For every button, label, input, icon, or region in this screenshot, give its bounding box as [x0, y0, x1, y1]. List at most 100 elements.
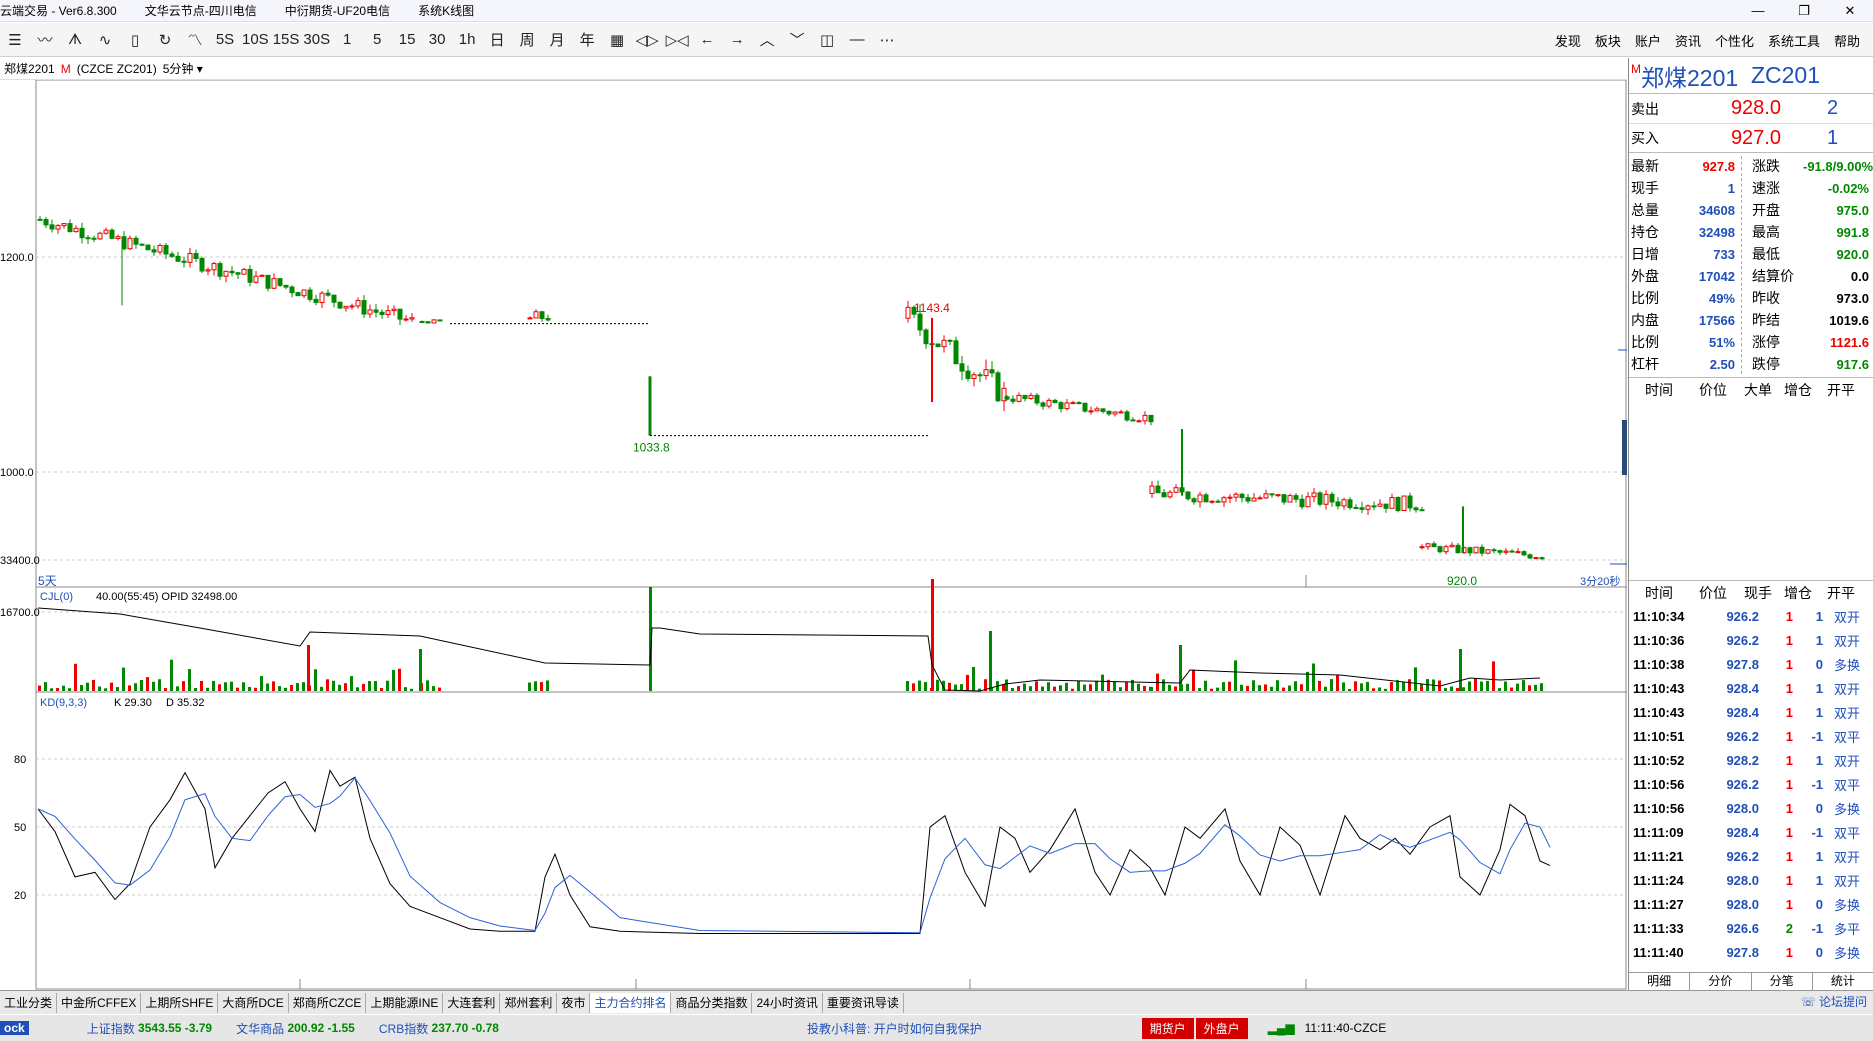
toolbar-button-28[interactable]: —: [842, 23, 872, 57]
tick-row[interactable]: 11:10:56 926.2 1 -1 双平: [1629, 772, 1873, 796]
toolbar-button-9[interactable]: 15S: [271, 23, 302, 57]
period-select[interactable]: 5分钟 ▾: [163, 60, 203, 77]
volume-bar: [1101, 674, 1104, 691]
toolbar-button-4[interactable]: ▯: [120, 23, 150, 57]
tick-row[interactable]: 11:10:43 928.4 1 1 双开: [1629, 700, 1873, 724]
toolbar-button-23[interactable]: ←: [692, 23, 722, 57]
candle-body: [1022, 394, 1028, 400]
candle-body: [1148, 414, 1154, 423]
toolbar-button-20[interactable]: ▦: [602, 23, 632, 57]
market-tab-2[interactable]: 上期所SHFE: [141, 992, 219, 1013]
tick-row[interactable]: 11:10:43 928.4 1 1 双开: [1629, 676, 1873, 700]
close-button[interactable]: ✕: [1827, 0, 1873, 22]
market-tab-5[interactable]: 上期能源INE: [366, 992, 444, 1013]
futures-account-button[interactable]: 期货户: [1141, 1017, 1194, 1039]
toolbar-button-27[interactable]: ◫: [812, 23, 842, 57]
volume-bar: [1119, 687, 1122, 691]
buy-row[interactable]: 买入 927.0 1: [1629, 123, 1873, 152]
tick-list[interactable]: 时间 价位 现手 增仓 开平 11:10:34 926.2 1 1 双开 11:10:36 926.…: [1629, 580, 1873, 964]
volume-bar: [122, 667, 125, 691]
detail-tab-2[interactable]: 分笔: [1752, 973, 1813, 990]
scrollbar-thumb[interactable]: [1622, 420, 1627, 475]
toolbar-button-25[interactable]: ︿: [752, 23, 782, 57]
menu-5[interactable]: 系统工具: [1761, 31, 1827, 50]
toolbar-button-19[interactable]: 年: [572, 23, 602, 57]
toolbar-button-16[interactable]: 日: [482, 23, 512, 57]
sell-row[interactable]: 卖出 928.0 2: [1629, 94, 1873, 123]
volume-bar: [56, 688, 59, 691]
tick-row[interactable]: 11:11:21 926.2 1 1 双开: [1629, 844, 1873, 868]
kd-tick: 20: [14, 890, 26, 902]
menu-0[interactable]: 发现: [1548, 31, 1588, 50]
toolbar-button-24[interactable]: →: [722, 23, 752, 57]
detail-tab-3[interactable]: 统计: [1813, 973, 1873, 990]
market-tab-6[interactable]: 大连套利: [443, 992, 501, 1013]
toolbar-button-3[interactable]: ∿: [90, 23, 120, 57]
tick-row[interactable]: 11:10:34 926.2 1 1 双开: [1629, 604, 1873, 628]
toolbar-button-5[interactable]: ↻: [150, 23, 180, 57]
tip-text[interactable]: 投教小科普: 开户时如何自我保护: [807, 1020, 982, 1037]
restore-button[interactable]: ❐: [1781, 0, 1827, 22]
detail-tab-1[interactable]: 分价: [1690, 973, 1752, 990]
candle-body: [1323, 493, 1329, 505]
candle-body: [247, 268, 253, 283]
detail-tab-0[interactable]: 明细: [1629, 973, 1691, 990]
toolbar-button-2[interactable]: ᗑ: [60, 23, 90, 57]
tick-row[interactable]: 11:10:38 927.8 1 0 多换: [1629, 652, 1873, 676]
tick-row[interactable]: 11:11:40 927.8 1 0 多换: [1629, 940, 1873, 964]
tick-row[interactable]: 11:11:33 926.6 2 -1 多平: [1629, 916, 1873, 940]
market-tab-1[interactable]: 中金所CFFEX: [57, 992, 142, 1013]
minimize-button[interactable]: —: [1735, 0, 1781, 22]
tick-row[interactable]: 11:11:24 928.0 1 1 双开: [1629, 868, 1873, 892]
toolbar-button-7[interactable]: 5S: [210, 23, 240, 57]
market-tab-11[interactable]: 24小时资讯: [752, 992, 823, 1013]
candle-body: [205, 269, 211, 272]
kline-chart[interactable]: 1200.01000.033400.016700.08050202021/10/…: [0, 80, 1627, 990]
menu-3[interactable]: 资讯: [1668, 31, 1708, 50]
toolbar-button-18[interactable]: 月: [542, 23, 572, 57]
candle-body: [271, 278, 277, 289]
toolbar-button-13[interactable]: 15: [392, 23, 422, 57]
volume-bar: [230, 681, 233, 691]
menu-4[interactable]: 个性化: [1708, 31, 1761, 50]
menu-6[interactable]: 帮助: [1827, 31, 1867, 50]
tick-row[interactable]: 11:10:36 926.2 1 1 双开: [1629, 628, 1873, 652]
toolbar-button-6[interactable]: 〽: [180, 23, 210, 57]
tick-row[interactable]: 11:11:27 928.0 1 0 多换: [1629, 892, 1873, 916]
tick-row[interactable]: 11:10:52 928.2 1 1 双开: [1629, 748, 1873, 772]
tick-row[interactable]: 11:11:09 928.4 1 -1 双平: [1629, 820, 1873, 844]
market-tab-9[interactable]: 主力合约排名: [590, 992, 672, 1013]
market-tab-4[interactable]: 郑商所CZCE: [289, 992, 367, 1013]
candle-body: [1305, 496, 1311, 508]
toolbar-button-22[interactable]: ▷◁: [662, 23, 692, 57]
foreign-account-button[interactable]: 外盘户: [1195, 1017, 1248, 1039]
menu-1[interactable]: 板块: [1588, 31, 1628, 50]
market-tab-3[interactable]: 大商所DCE: [218, 992, 289, 1013]
forum-link[interactable]: ☏ 论坛提问: [1801, 993, 1867, 1010]
toolbar-button-26[interactable]: ﹀: [782, 23, 812, 57]
market-tab-12[interactable]: 重要资讯导读: [823, 992, 904, 1013]
market-tab-7[interactable]: 郑州套利: [500, 992, 558, 1013]
candle-body: [419, 321, 425, 323]
market-tab-10[interactable]: 商品分类指数: [671, 992, 753, 1013]
tick-row[interactable]: 11:10:56 928.0 1 0 多换: [1629, 796, 1873, 820]
volume-bar: [380, 688, 383, 691]
toolbar-button-14[interactable]: 30: [422, 23, 452, 57]
toolbar-button-21[interactable]: ◁▷: [632, 23, 662, 57]
toolbar-button-12[interactable]: 5: [362, 23, 392, 57]
toolbar-button-8[interactable]: 10S: [240, 23, 271, 57]
toolbar-button-15[interactable]: 1h: [452, 23, 482, 57]
toolbar-button-17[interactable]: 周: [512, 23, 542, 57]
toolbar-button-1[interactable]: 〰: [30, 23, 60, 57]
toolbar-button-10[interactable]: 30S: [301, 23, 332, 57]
market-tab-0[interactable]: 工业分类: [0, 992, 58, 1013]
volume-bar: [931, 579, 934, 691]
toolbar-button-11[interactable]: 1: [332, 23, 362, 57]
toolbar-button-29[interactable]: ⋯: [872, 23, 902, 57]
menu-2[interactable]: 账户: [1628, 31, 1668, 50]
candle-body: [1064, 402, 1070, 410]
toolbar-button-0[interactable]: ☰: [0, 23, 30, 57]
tick-row[interactable]: 11:10:51 926.2 1 -1 双平: [1629, 724, 1873, 748]
candle-body: [307, 289, 313, 300]
market-tab-8[interactable]: 夜市: [557, 992, 591, 1013]
